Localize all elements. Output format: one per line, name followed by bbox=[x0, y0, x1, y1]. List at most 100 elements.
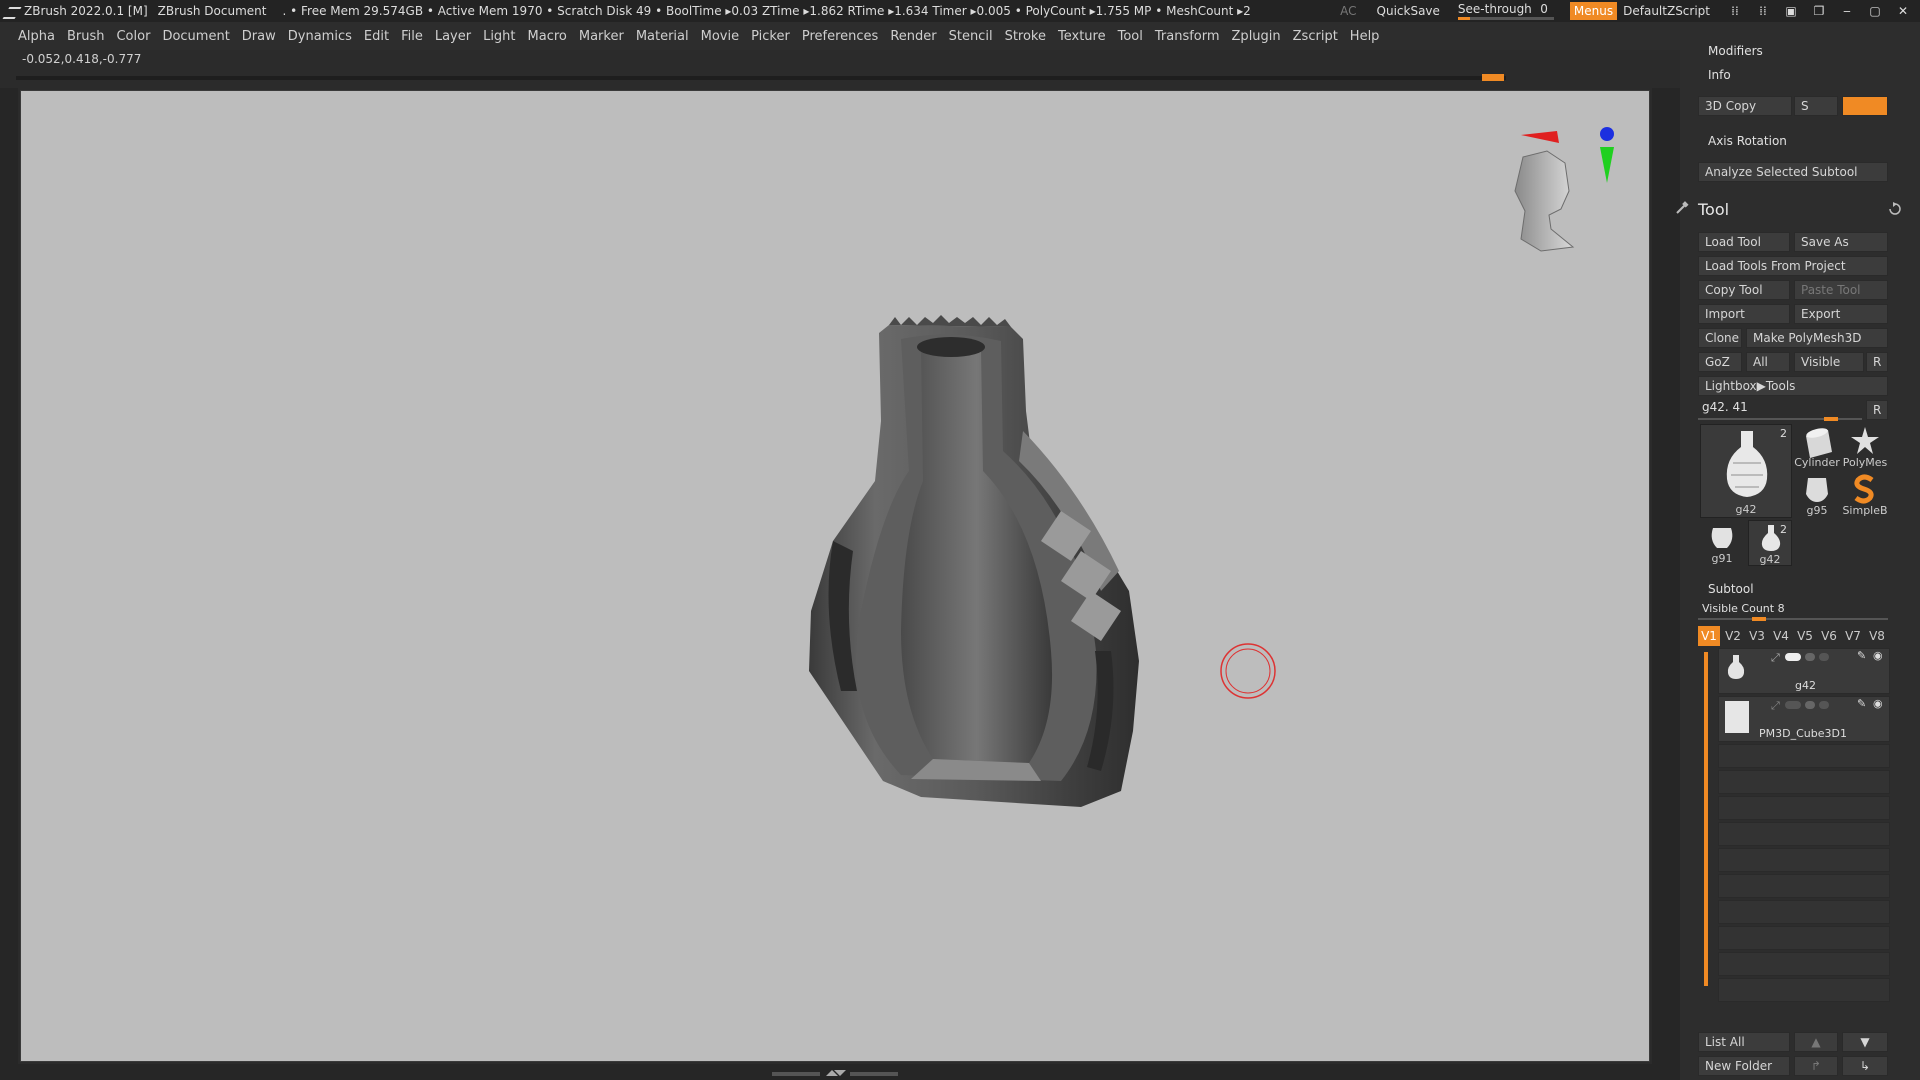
subtool-g42-solo-toggle[interactable] bbox=[1819, 653, 1829, 661]
folder-share-icon[interactable]: ↱ bbox=[1794, 1056, 1838, 1076]
tool-thumb-simpleb[interactable]: SimpleB bbox=[1842, 472, 1888, 518]
tool-thumb-g42-main[interactable]: 2 g42 bbox=[1700, 424, 1792, 518]
i-toggle[interactable] bbox=[1842, 96, 1888, 116]
subtool-g42-brush-icon[interactable]: ⤢ bbox=[1771, 651, 1780, 665]
subtool-empty-slot[interactable] bbox=[1718, 978, 1890, 1002]
menu-transform[interactable]: Transform bbox=[1155, 29, 1220, 44]
tool-thumb-polymesh[interactable]: PolyMes bbox=[1842, 424, 1888, 470]
menu-stroke[interactable]: Stroke bbox=[1005, 29, 1046, 44]
visible-count-knob[interactable] bbox=[1752, 617, 1766, 621]
import-button[interactable]: Import bbox=[1698, 304, 1790, 324]
see-through-slider[interactable]: See-through 0 bbox=[1457, 2, 1556, 20]
make-polymesh3d-button[interactable]: Make PolyMesh3D bbox=[1746, 328, 1888, 348]
menu-edit[interactable]: Edit bbox=[364, 29, 389, 44]
analyze-selected-subtool-button[interactable]: Analyze Selected Subtool bbox=[1698, 162, 1888, 182]
menu-dynamics[interactable]: Dynamics bbox=[288, 29, 352, 44]
window-layout-icon[interactable]: ▣ bbox=[1780, 3, 1802, 19]
current-tool-slider-label[interactable]: g42. 41 bbox=[1702, 400, 1748, 414]
menu-layer[interactable]: Layer bbox=[435, 29, 471, 44]
maximize-icon[interactable]: ▢ bbox=[1864, 3, 1886, 19]
visible-count-slider[interactable]: Visible Count 8 bbox=[1702, 602, 1785, 615]
ac-button[interactable]: AC bbox=[1340, 4, 1356, 18]
menu-movie[interactable]: Movie bbox=[701, 29, 739, 44]
subtool-tab-v3[interactable]: V3 bbox=[1746, 626, 1768, 646]
subtool-tab-v6[interactable]: V6 bbox=[1818, 626, 1840, 646]
export-button[interactable]: Export bbox=[1794, 304, 1888, 324]
axis-rotation-label[interactable]: Axis Rotation bbox=[1708, 134, 1787, 148]
subtool-empty-slot[interactable] bbox=[1718, 900, 1890, 924]
lightbox-tools-button[interactable]: Lightbox▶Tools bbox=[1698, 376, 1888, 396]
bottom-tray-handle[interactable] bbox=[772, 1070, 898, 1076]
quicksave-button[interactable]: QuickSave bbox=[1377, 4, 1440, 18]
menu-material[interactable]: Material bbox=[636, 29, 689, 44]
goz-all-button[interactable]: All bbox=[1746, 352, 1790, 372]
menu-alpha[interactable]: Alpha bbox=[18, 29, 55, 44]
menu-preferences[interactable]: Preferences bbox=[802, 29, 878, 44]
move-up-arrow-icon[interactable]: ▲ bbox=[1794, 1032, 1838, 1052]
goz-visible-button[interactable]: Visible bbox=[1794, 352, 1864, 372]
menu-stencil[interactable]: Stencil bbox=[949, 29, 993, 44]
tool-thumb-g95[interactable]: g95 bbox=[1794, 472, 1840, 518]
save-as-button[interactable]: Save As bbox=[1794, 232, 1888, 252]
subtool-tab-v5[interactable]: V5 bbox=[1794, 626, 1816, 646]
subtool-empty-slot[interactable] bbox=[1718, 796, 1890, 820]
modifiers-header[interactable]: Modifiers bbox=[1708, 44, 1763, 58]
subtool-scrollbar[interactable] bbox=[1704, 652, 1708, 986]
move-down-arrow-icon[interactable]: ▼ bbox=[1842, 1032, 1888, 1052]
window-restore-icon[interactable]: ❐ bbox=[1808, 3, 1830, 19]
paste-tool-button[interactable]: Paste Tool bbox=[1794, 280, 1888, 300]
menu-help[interactable]: Help bbox=[1350, 29, 1380, 44]
subtool-header[interactable]: Subtool bbox=[1708, 582, 1754, 596]
minimize-icon[interactable]: ‒ bbox=[1836, 3, 1858, 19]
vase-model[interactable] bbox=[809, 315, 1139, 807]
navigation-head-gizmo[interactable] bbox=[1514, 127, 1614, 252]
info-header[interactable]: Info bbox=[1708, 68, 1731, 82]
tool-thumb-cylinder[interactable]: Cylinder bbox=[1794, 424, 1840, 470]
copy-tool-button[interactable]: Copy Tool bbox=[1698, 280, 1790, 300]
menu-color[interactable]: Color bbox=[116, 29, 150, 44]
goz-r-button[interactable]: R bbox=[1866, 352, 1888, 372]
subtool-empty-slot[interactable] bbox=[1718, 822, 1890, 846]
menu-document[interactable]: Document bbox=[162, 29, 229, 44]
subtool-empty-slot[interactable] bbox=[1718, 770, 1890, 794]
subtool-cube-brush-icon[interactable]: ⤢ bbox=[1771, 699, 1780, 713]
menu-light[interactable]: Light bbox=[483, 29, 515, 44]
subtool-g42-dynamic-toggle[interactable] bbox=[1805, 653, 1815, 661]
menu-brush[interactable]: Brush bbox=[67, 29, 105, 44]
menu-file[interactable]: File bbox=[401, 29, 423, 44]
menu-tool[interactable]: Tool bbox=[1118, 29, 1143, 44]
subtool-tab-v2[interactable]: V2 bbox=[1722, 626, 1744, 646]
clone-button[interactable]: Clone bbox=[1698, 328, 1742, 348]
current-tool-r-button[interactable]: R bbox=[1866, 400, 1888, 420]
3d-copy-button[interactable]: 3D Copy bbox=[1698, 96, 1792, 116]
s-button[interactable]: S bbox=[1794, 96, 1838, 116]
tool-palette-title[interactable]: Tool bbox=[1698, 200, 1729, 219]
tool-thumb-g42-small[interactable]: 2 g42 bbox=[1748, 520, 1792, 566]
layout-toggle-2-icon[interactable]: ⁞⁞ bbox=[1752, 3, 1774, 19]
menu-texture[interactable]: Texture bbox=[1058, 29, 1106, 44]
layout-toggle-icon[interactable]: ⁞⁞ bbox=[1724, 3, 1746, 19]
menus-toggle[interactable]: Menus bbox=[1569, 2, 1618, 20]
menu-draw[interactable]: Draw bbox=[242, 29, 276, 44]
subtool-row-g42[interactable]: ⤢ ✎ ◉ g42 bbox=[1718, 648, 1890, 694]
right-tray-divider[interactable] bbox=[1652, 88, 1680, 1066]
load-tool-button[interactable]: Load Tool bbox=[1698, 232, 1790, 252]
subtool-tab-v8[interactable]: V8 bbox=[1866, 626, 1888, 646]
subtool-tab-v7[interactable]: V7 bbox=[1842, 626, 1864, 646]
menu-picker[interactable]: Picker bbox=[751, 29, 790, 44]
subtool-tab-v4[interactable]: V4 bbox=[1770, 626, 1792, 646]
menu-marker[interactable]: Marker bbox=[579, 29, 624, 44]
subtool-cube-polygroup-toggle[interactable] bbox=[1785, 701, 1801, 709]
load-tools-from-project-button[interactable]: Load Tools From Project bbox=[1698, 256, 1888, 276]
subtool-cube-dynamic-toggle[interactable] bbox=[1805, 701, 1815, 709]
zbrush-logo-icon[interactable] bbox=[4, 3, 20, 19]
subtool-g42-polygroup-toggle[interactable] bbox=[1785, 653, 1801, 661]
subtool-g42-eye-icon[interactable]: ◉ bbox=[1873, 649, 1883, 662]
subtool-empty-slot[interactable] bbox=[1718, 926, 1890, 950]
ruler-marker[interactable] bbox=[1482, 74, 1504, 81]
document-canvas[interactable] bbox=[20, 90, 1650, 1062]
tool-thumb-g91[interactable]: g91 bbox=[1700, 520, 1744, 566]
menu-macro[interactable]: Macro bbox=[528, 29, 567, 44]
menu-render[interactable]: Render bbox=[890, 29, 936, 44]
tool-pin-icon[interactable] bbox=[1674, 200, 1690, 216]
